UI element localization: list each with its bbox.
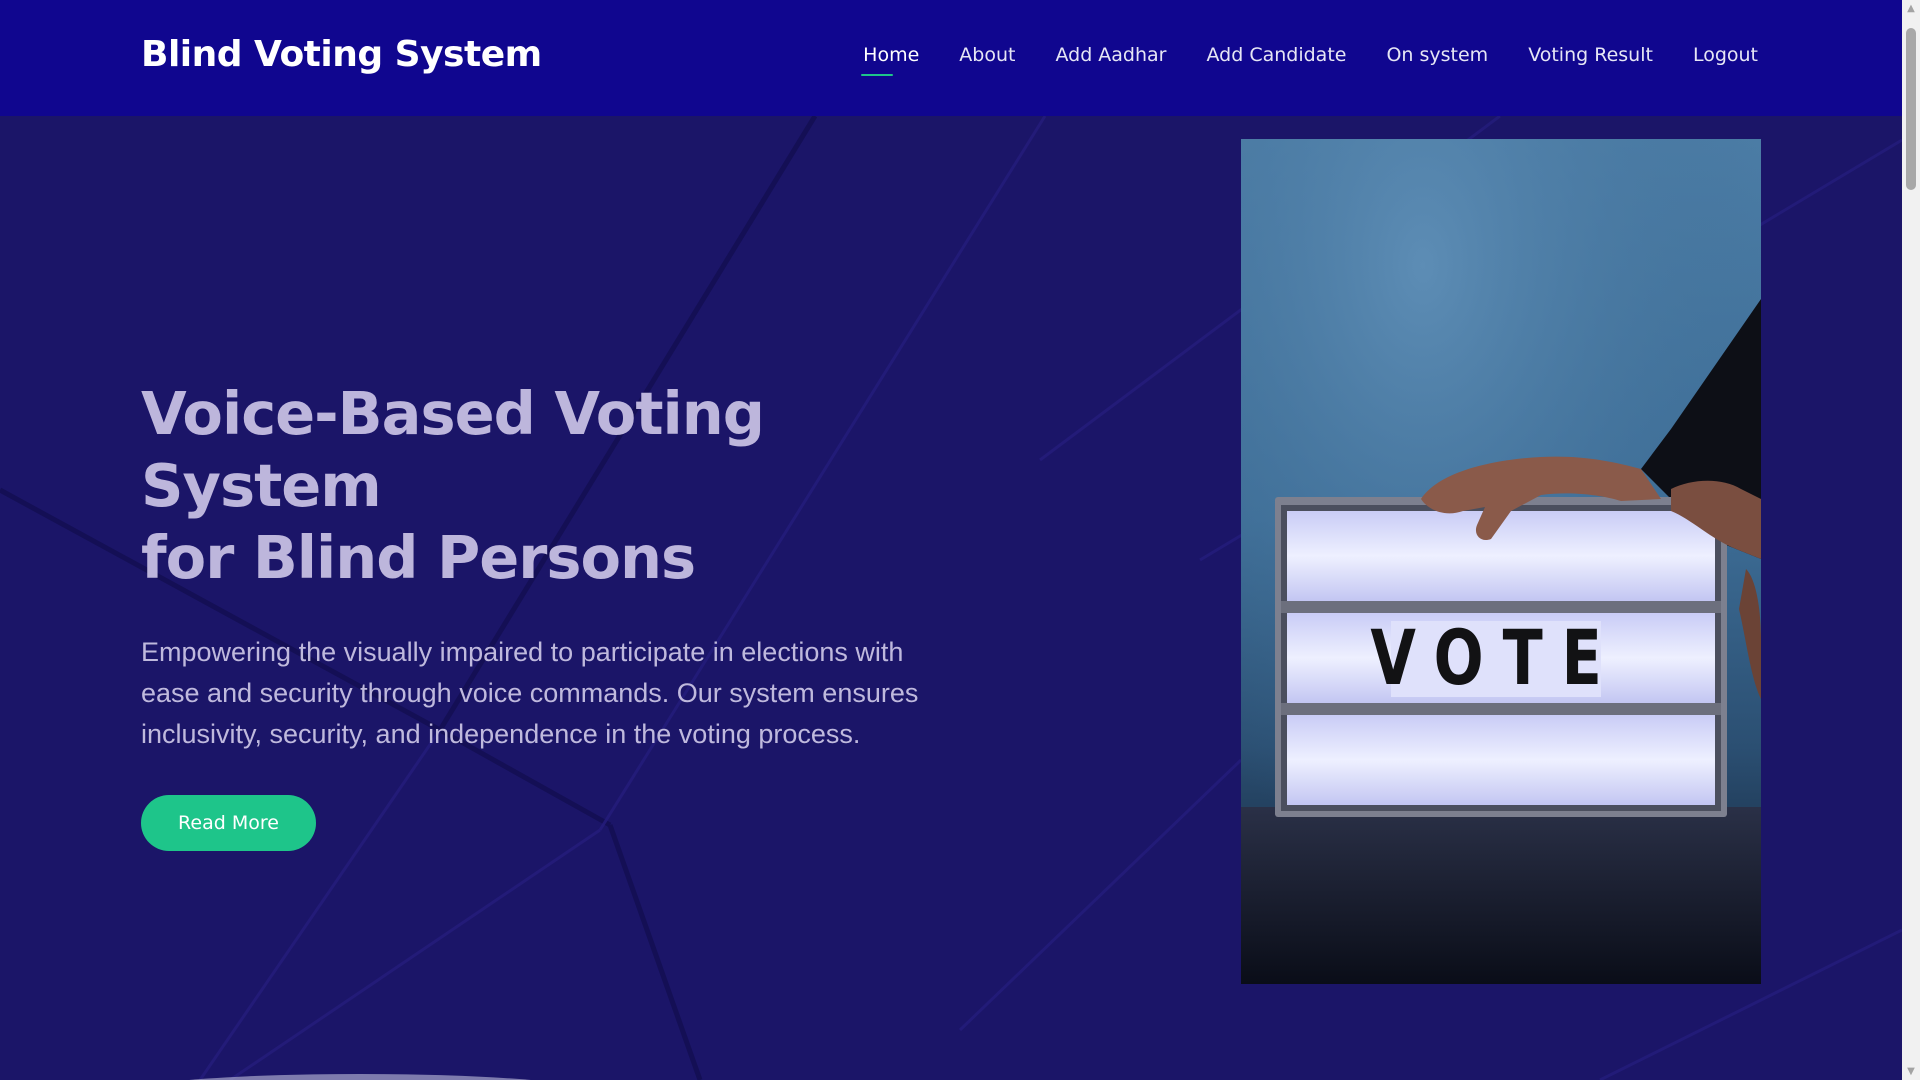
scrollbar-thumb[interactable]	[1906, 28, 1916, 190]
hero-description: Empowering the visually impaired to part…	[141, 637, 919, 749]
nav-add-candidate[interactable]: Add Candidate	[1207, 44, 1347, 66]
hero-title: Voice-Based Voting System for Blind Pers…	[141, 378, 961, 594]
hero-image-vote-lightbox: VOTE	[1241, 139, 1761, 984]
nav-logout[interactable]: Logout	[1693, 44, 1758, 66]
nav-voting-result[interactable]: Voting Result	[1528, 44, 1653, 66]
scroll-down-icon[interactable]: ▼	[1902, 1063, 1920, 1080]
page: Blind Voting System Home About Add Aadha…	[0, 0, 1920, 1080]
vote-sign-text: VOTE	[1370, 613, 1620, 702]
nav-add-aadhar[interactable]: Add Aadhar	[1055, 44, 1166, 66]
brand-logo-link[interactable]: Blind Voting System	[141, 34, 542, 75]
nav-on-system[interactable]: On system	[1386, 44, 1488, 66]
nav-about[interactable]: About	[959, 44, 1015, 66]
hero-title-line-2: for Blind Persons	[141, 523, 696, 592]
nav-home[interactable]: Home	[861, 44, 919, 76]
read-more-button[interactable]: Read More	[141, 795, 316, 851]
vote-lightbox-illustration: VOTE	[1241, 139, 1761, 984]
page-scrollbar[interactable]: ▲ ▼	[1902, 0, 1920, 1080]
hero-content: Voice-Based Voting System for Blind Pers…	[141, 378, 961, 851]
main-nav: Home About Add Aadhar Add Candidate On s…	[861, 44, 1758, 76]
top-navbar: Blind Voting System Home About Add Aadha…	[0, 0, 1902, 116]
scroll-up-icon[interactable]: ▲	[1902, 0, 1920, 17]
hero-title-line-1: Voice-Based Voting System	[141, 379, 765, 520]
